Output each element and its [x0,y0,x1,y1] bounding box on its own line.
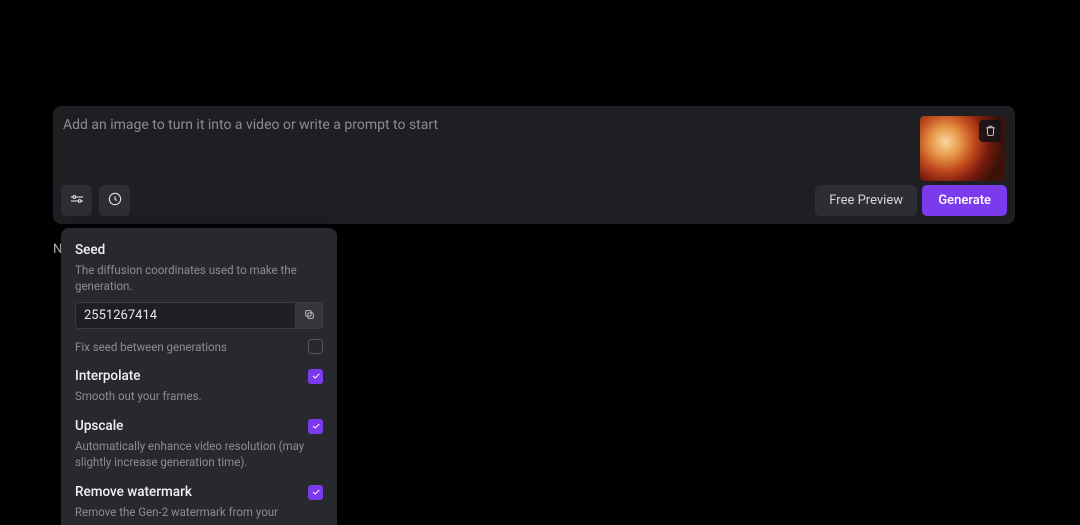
history-button[interactable] [99,185,130,216]
sliders-icon [69,191,85,211]
upscale-section: Upscale Automatically enhance video reso… [75,418,323,470]
prompt-input[interactable] [63,116,915,155]
interpolate-title: Interpolate [75,368,141,384]
upscale-checkbox[interactable] [308,419,323,434]
fix-seed-label: Fix seed between generations [75,340,227,354]
generate-label: Generate [938,193,991,208]
settings-button[interactable] [61,185,92,216]
remove-watermark-section: Remove watermark Remove the Gen-2 waterm… [75,484,323,525]
generate-button[interactable]: Generate [922,185,1007,216]
trash-icon [984,122,997,141]
seed-section: Seed The diffusion coordinates used to m… [75,242,323,354]
image-thumbnail[interactable] [920,116,1005,181]
interpolate-description: Smooth out your frames. [75,388,305,404]
thumbnail-delete-button[interactable] [979,120,1001,142]
advanced-settings-popover: Seed The diffusion coordinates used to m… [61,228,337,525]
seed-title: Seed [75,242,323,258]
remove-watermark-checkbox[interactable] [308,485,323,500]
seed-description: The diffusion coordinates used to make t… [75,262,305,294]
seed-input[interactable] [75,302,296,329]
upscale-title: Upscale [75,418,123,434]
fix-seed-checkbox[interactable] [308,339,323,354]
remove-watermark-description: Remove the Gen-2 watermark from your out… [75,504,305,525]
clock-icon [107,191,123,211]
remove-watermark-title: Remove watermark [75,484,192,500]
prompt-card: Free Preview Generate [53,106,1015,224]
free-preview-label: Free Preview [829,193,903,208]
interpolate-checkbox[interactable] [308,369,323,384]
interpolate-section: Interpolate Smooth out your frames. [75,368,323,404]
upscale-description: Automatically enhance video resolution (… [75,438,305,470]
copy-icon [303,306,316,325]
copy-seed-button[interactable] [296,302,323,329]
free-preview-button[interactable]: Free Preview [815,185,917,216]
